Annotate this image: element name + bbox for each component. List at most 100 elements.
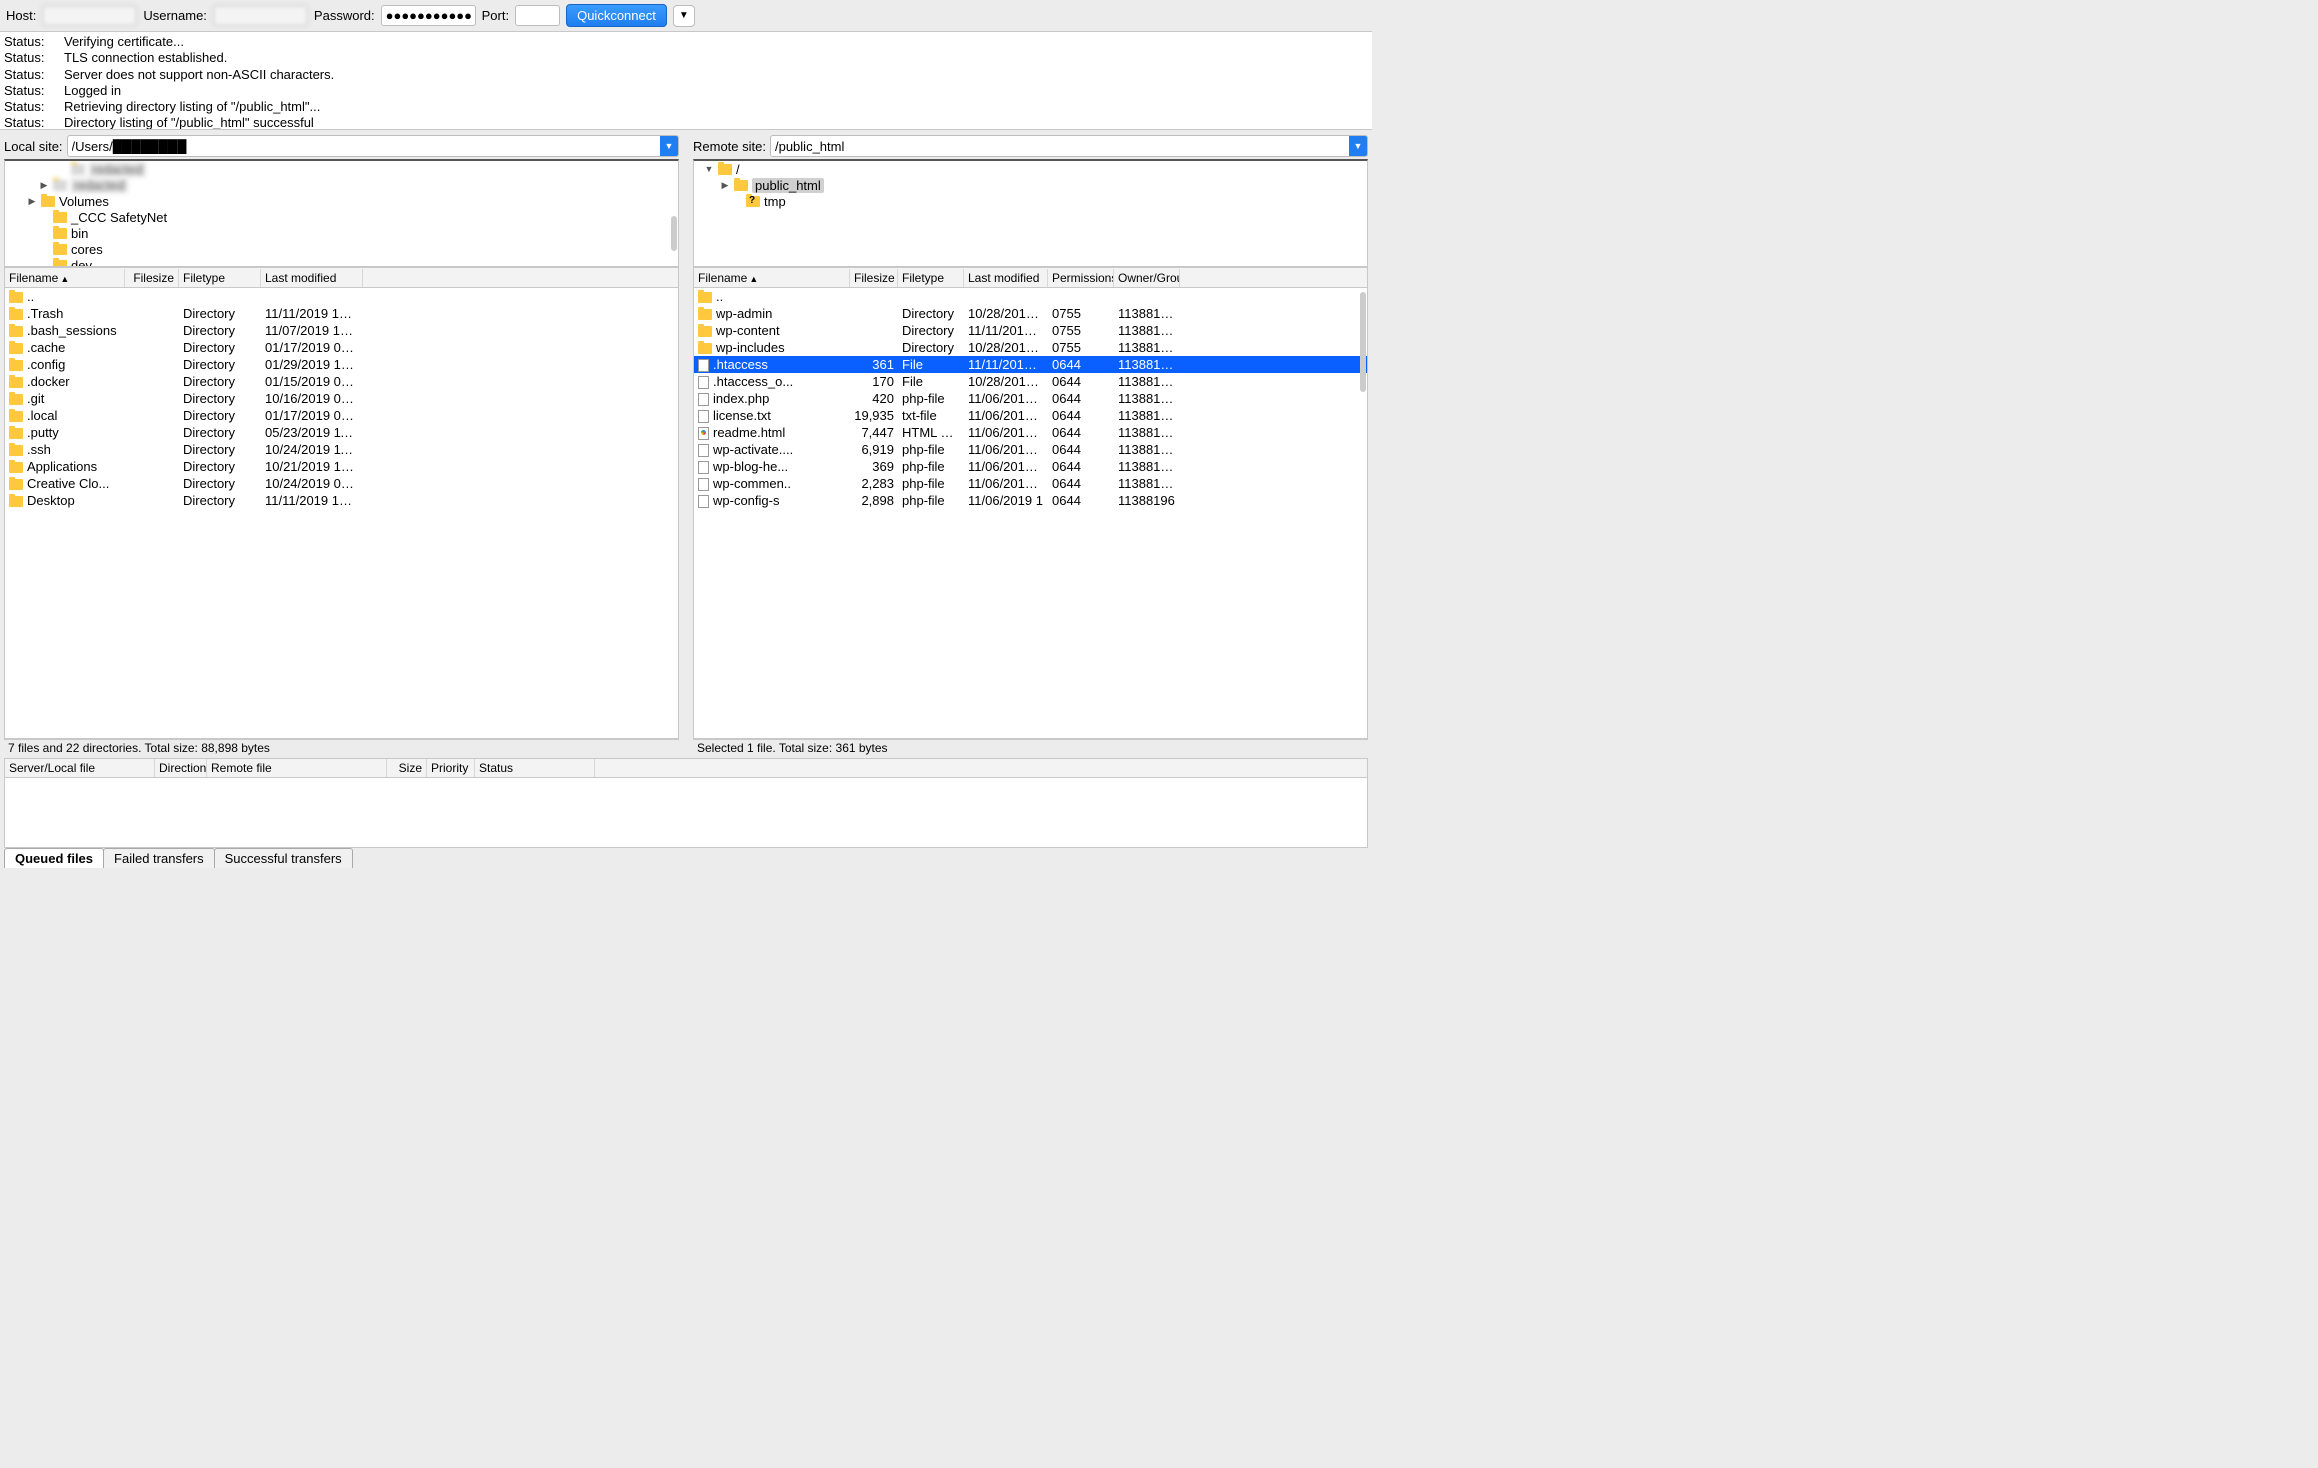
- file-row[interactable]: wp-config-s2,898php-file11/06/2019 10644…: [694, 492, 1367, 509]
- quickconnect-button[interactable]: Quickconnect: [566, 4, 667, 27]
- local-path-dropdown[interactable]: ▼: [660, 136, 678, 156]
- file-row[interactable]: ..: [5, 288, 678, 305]
- file-modified: 11/07/2019 15:15...: [261, 323, 363, 338]
- port-input[interactable]: [515, 5, 560, 26]
- file-row[interactable]: .gitDirectory10/16/2019 03:5...: [5, 390, 678, 407]
- file-icon: [698, 393, 709, 406]
- file-modified: 10/21/2019 15:4...: [261, 459, 363, 474]
- file-modified: 11/06/2019 1...: [964, 425, 1048, 440]
- dir-icon: [698, 343, 712, 354]
- local-site-path[interactable]: [68, 137, 660, 156]
- tree-item[interactable]: bin: [5, 225, 678, 241]
- username-input[interactable]: [213, 5, 308, 26]
- file-row[interactable]: wp-activate....6,919php-file11/06/2019 1…: [694, 441, 1367, 458]
- remote-site-path[interactable]: [771, 137, 1349, 156]
- col-filename[interactable]: Filename: [698, 271, 747, 285]
- remote-path-dropdown[interactable]: ▼: [1349, 136, 1367, 156]
- col-priority[interactable]: Priority: [427, 759, 475, 777]
- disclosure-icon[interactable]: ▶: [720, 180, 730, 190]
- local-columns[interactable]: Filename▲ Filesize Filetype Last modifie…: [5, 268, 678, 288]
- file-row[interactable]: wp-contentDirectory11/11/2019 13...07551…: [694, 322, 1367, 339]
- file-owner: 11388196...: [1114, 459, 1180, 474]
- file-row[interactable]: DesktopDirectory11/11/2019 13:53...: [5, 492, 678, 509]
- dir-icon: [9, 479, 23, 490]
- file-type: php-file: [898, 442, 964, 457]
- file-row[interactable]: Creative Clo...Directory10/24/2019 09:5.…: [5, 475, 678, 492]
- file-permissions: 0644: [1048, 493, 1114, 508]
- file-row[interactable]: index.php420php-file11/06/2019 1...06441…: [694, 390, 1367, 407]
- col-filesize[interactable]: Filesize: [850, 269, 898, 287]
- tree-item[interactable]: ▶ public_html: [694, 177, 1367, 193]
- tab-failed-transfers[interactable]: Failed transfers: [103, 848, 215, 868]
- tree-item[interactable]: redacted: [5, 161, 678, 177]
- scrollbar[interactable]: [671, 216, 677, 251]
- tree-item[interactable]: dev: [5, 257, 678, 267]
- file-name: Creative Clo...: [27, 476, 109, 491]
- file-modified: 11/06/2019 1...: [964, 408, 1048, 423]
- file-row[interactable]: .htaccess_o...170File10/28/2019 1...0644…: [694, 373, 1367, 390]
- tab-queued-files[interactable]: Queued files: [4, 848, 104, 868]
- file-row[interactable]: ..: [694, 288, 1367, 305]
- tree-item[interactable]: cores: [5, 241, 678, 257]
- disclosure-icon[interactable]: ▼: [704, 164, 714, 174]
- local-site-label: Local site:: [4, 139, 63, 154]
- file-row[interactable]: .cacheDirectory01/17/2019 09:0...: [5, 339, 678, 356]
- scrollbar[interactable]: [1360, 292, 1366, 392]
- dir-icon: [9, 394, 23, 405]
- file-icon: [698, 444, 709, 457]
- col-filetype[interactable]: Filetype: [898, 269, 964, 287]
- col-status[interactable]: Status: [475, 759, 595, 777]
- tab-successful-transfers[interactable]: Successful transfers: [214, 848, 353, 868]
- host-input[interactable]: [42, 5, 137, 26]
- file-icon: [698, 410, 709, 423]
- col-direction[interactable]: Direction: [155, 759, 207, 777]
- file-row[interactable]: .localDirectory01/17/2019 09:0...: [5, 407, 678, 424]
- file-row[interactable]: .bash_sessionsDirectory11/07/2019 15:15.…: [5, 322, 678, 339]
- col-filetype[interactable]: Filetype: [179, 269, 261, 287]
- local-tree[interactable]: redacted▶redacted▶Volumes_CCC SafetyNetb…: [4, 159, 679, 267]
- remote-tree[interactable]: ▼/ ▶ public_htmltmp: [693, 159, 1368, 267]
- col-permissions[interactable]: Permissions: [1048, 269, 1114, 287]
- file-row[interactable]: readme.html7,447HTML do...11/06/2019 1..…: [694, 424, 1367, 441]
- file-row[interactable]: wp-includesDirectory10/28/2019 1...07551…: [694, 339, 1367, 356]
- file-row[interactable]: license.txt19,935txt-file11/06/2019 1...…: [694, 407, 1367, 424]
- tree-item[interactable]: tmp: [694, 193, 1367, 209]
- file-row[interactable]: ApplicationsDirectory10/21/2019 15:4...: [5, 458, 678, 475]
- disclosure-icon[interactable]: ▶: [39, 180, 49, 190]
- connection-toolbar: Host: Username: Password: Port: Quickcon…: [0, 0, 1372, 32]
- col-size[interactable]: Size: [387, 759, 427, 777]
- file-modified: 01/15/2019 07:0...: [261, 374, 363, 389]
- file-row[interactable]: .sshDirectory10/24/2019 11:2...: [5, 441, 678, 458]
- file-row[interactable]: .TrashDirectory11/11/2019 12:26...: [5, 305, 678, 322]
- transfer-queue[interactable]: [4, 778, 1368, 848]
- col-owner[interactable]: Owner/Group: [1114, 269, 1180, 287]
- col-modified[interactable]: Last modified: [261, 269, 363, 287]
- file-row[interactable]: .configDirectory01/29/2019 13:5...: [5, 356, 678, 373]
- tree-item[interactable]: ▼/: [694, 161, 1367, 177]
- remote-columns[interactable]: Filename▲ Filesize Filetype Last modifie…: [694, 268, 1367, 288]
- tree-item[interactable]: _CCC SafetyNet: [5, 209, 678, 225]
- file-owner: 11388196...: [1114, 374, 1180, 389]
- queue-columns[interactable]: Server/Local file Direction Remote file …: [4, 758, 1368, 778]
- col-remote-file[interactable]: Remote file: [207, 759, 387, 777]
- quickconnect-dropdown[interactable]: ▼: [673, 5, 695, 27]
- tree-item-label: Volumes: [59, 194, 109, 209]
- col-filename[interactable]: Filename: [9, 271, 58, 285]
- tree-item-label: public_html: [752, 178, 824, 193]
- disclosure-icon[interactable]: ▶: [27, 196, 37, 206]
- file-row[interactable]: wp-blog-he...369php-file11/06/2019 1...0…: [694, 458, 1367, 475]
- file-row[interactable]: .dockerDirectory01/15/2019 07:0...: [5, 373, 678, 390]
- file-type: Directory: [179, 442, 261, 457]
- dir-icon: [9, 445, 23, 456]
- file-row[interactable]: wp-commen..2,283php-file11/06/2019 1...0…: [694, 475, 1367, 492]
- password-input[interactable]: [381, 5, 476, 26]
- tree-item[interactable]: ▶redacted: [5, 177, 678, 193]
- file-row[interactable]: .puttyDirectory05/23/2019 11:3...: [5, 424, 678, 441]
- file-row[interactable]: wp-adminDirectory10/28/2019 1...07551138…: [694, 305, 1367, 322]
- tree-item[interactable]: ▶ Volumes: [5, 193, 678, 209]
- file-permissions: 0644: [1048, 476, 1114, 491]
- col-modified[interactable]: Last modified: [964, 269, 1048, 287]
- col-server-local[interactable]: Server/Local file: [5, 759, 155, 777]
- col-filesize[interactable]: Filesize: [125, 269, 179, 287]
- file-row[interactable]: .htaccess361File11/11/2019 10...06441138…: [694, 356, 1367, 373]
